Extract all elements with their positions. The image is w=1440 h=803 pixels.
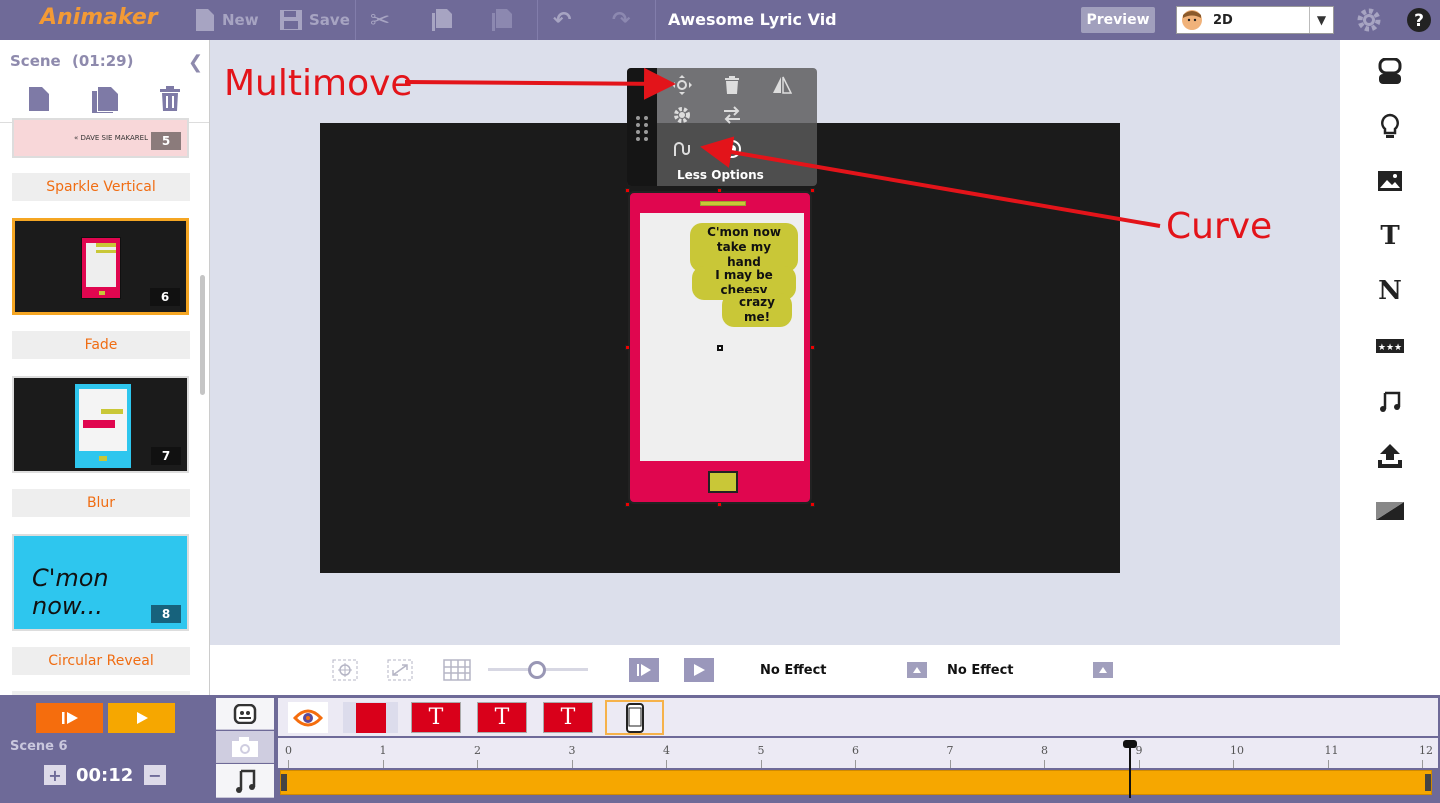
ruler-tick-mark [666,760,667,768]
object-timeline-bar[interactable] [280,770,1432,795]
ruler-tick-mark [1422,760,1423,768]
backgrounds-button[interactable] [1376,167,1404,195]
expand-icon [387,659,413,681]
playhead-knob[interactable] [1123,740,1137,748]
ruler-tick-mark [1138,760,1140,768]
camera-icon [232,736,258,757]
play-icon [694,664,705,676]
center-stage-button[interactable] [332,659,358,685]
exit-effect-label: No Effect [947,663,1014,678]
ruler-tick-mark [1233,760,1234,768]
timeline-playhead[interactable] [1123,740,1137,798]
ruler-tick-label: 0 [285,744,292,757]
ruler-tick-label: 1 [379,744,387,757]
ruler-tick-label: 7 [946,744,954,757]
chevron-up-icon [913,667,921,673]
bar-end-handle[interactable] [1425,774,1431,791]
numbers-button[interactable]: N [1376,276,1404,306]
decrease-duration-button[interactable]: − [144,765,166,785]
ruler-tick-label: 6 [852,744,859,757]
current-scene-label: Scene 6 [10,739,68,754]
play-from-start-icon [61,712,78,724]
ruler-tick-mark [477,760,478,768]
play-button[interactable] [684,658,714,682]
effects-button[interactable]: ★★★ [1376,332,1404,360]
grid-button[interactable] [443,659,471,685]
character-icon [233,703,257,724]
upload-icon [1378,444,1402,468]
timeline-object-eye[interactable] [288,702,328,733]
ruler-tick-mark [760,760,762,768]
camera-track-tab[interactable] [216,731,274,763]
track-type-icons [216,698,274,798]
ruler-tick-label: 3 [568,744,576,757]
red-square-icon [355,702,386,733]
music-button[interactable] [1376,387,1404,415]
multimove-annotation: Multimove [224,63,413,104]
crosshair-icon [332,659,358,681]
ruler-tick-mark [855,760,856,768]
timeline-object-phone[interactable] [605,700,664,735]
curve-annotation: Curve [1166,206,1273,247]
enter-effect-label: No Effect [760,663,827,678]
zoom-slider-thumb[interactable] [528,661,546,679]
stars-icon: ★★★ [1376,339,1404,353]
ruler-tick-mark [1044,760,1045,768]
timeline-ruler[interactable]: 0 1 2 3 4 5 6 7 8 9 10 11 12 [278,738,1438,768]
stage-controls: No Effect No Effect [210,645,1340,695]
phone-icon [625,702,644,733]
character-icon [1378,58,1402,84]
music-track-tab[interactable] [216,764,274,798]
image-icon [1378,171,1402,191]
ruler-tick-mark [571,760,573,768]
ruler-tick-label: 2 [474,744,481,757]
timeline-object-text[interactable]: T [477,702,527,733]
lightbulb-icon [1381,113,1399,138]
ruler-tick-label: 5 [757,744,765,757]
timeline-object-text[interactable]: T [543,702,593,733]
ruler-tick-label: 10 [1230,744,1244,757]
svg-text:★★★: ★★★ [1378,343,1402,353]
text-button[interactable]: T [1376,221,1404,251]
ruler-tick-label: 8 [1041,744,1048,757]
ruler-tick-label: 4 [663,744,670,757]
characters-button[interactable] [1376,58,1404,86]
minus-icon: − [148,765,162,785]
play-from-start-button[interactable] [629,658,659,682]
text-icon: T [1380,221,1400,251]
transition-icon [1376,502,1404,520]
play-icon [136,712,148,724]
timeline-panel: Scene 6 + 00:12 − T T T 0 1 2 3 4 5 6 7 8 9 10 11 12 [0,695,1440,803]
number-icon: N [1378,276,1402,306]
ruler-tick-mark [288,760,289,768]
play-from-start-icon [637,664,651,676]
grid-icon [443,659,471,681]
plus-icon: + [48,765,62,785]
chevron-up-icon [1099,667,1107,673]
increase-duration-button[interactable]: + [44,765,66,785]
fit-screen-button[interactable] [387,659,413,685]
transitions-library-button[interactable] [1376,497,1404,525]
ruler-tick-mark [382,760,384,768]
ruler-tick-label: 11 [1324,744,1339,757]
enter-effect-toggle[interactable] [907,662,927,678]
ruler-tick-mark [1327,760,1329,768]
library-toolbar: T N ★★★ [1340,40,1440,695]
bar-start-handle[interactable] [281,774,287,791]
objects-track-tab[interactable] [216,698,274,730]
music-icon [236,769,256,793]
music-icon [1380,391,1401,412]
upload-button[interactable] [1376,442,1404,470]
eye-icon [293,709,323,726]
timeline-object-text[interactable]: T [411,702,461,733]
exit-effect-toggle[interactable] [1093,662,1113,678]
timeline-object-shape[interactable] [343,702,398,733]
ruler-tick-label: 12 [1419,744,1433,757]
timeline-objects-row: T T T [278,698,1438,736]
properties-button[interactable] [1376,113,1404,141]
ruler-tick-mark [949,760,951,768]
play-scene-button[interactable] [108,703,175,733]
play-scene-from-start-button[interactable] [36,703,103,733]
scene-duration: 00:12 [76,765,134,786]
